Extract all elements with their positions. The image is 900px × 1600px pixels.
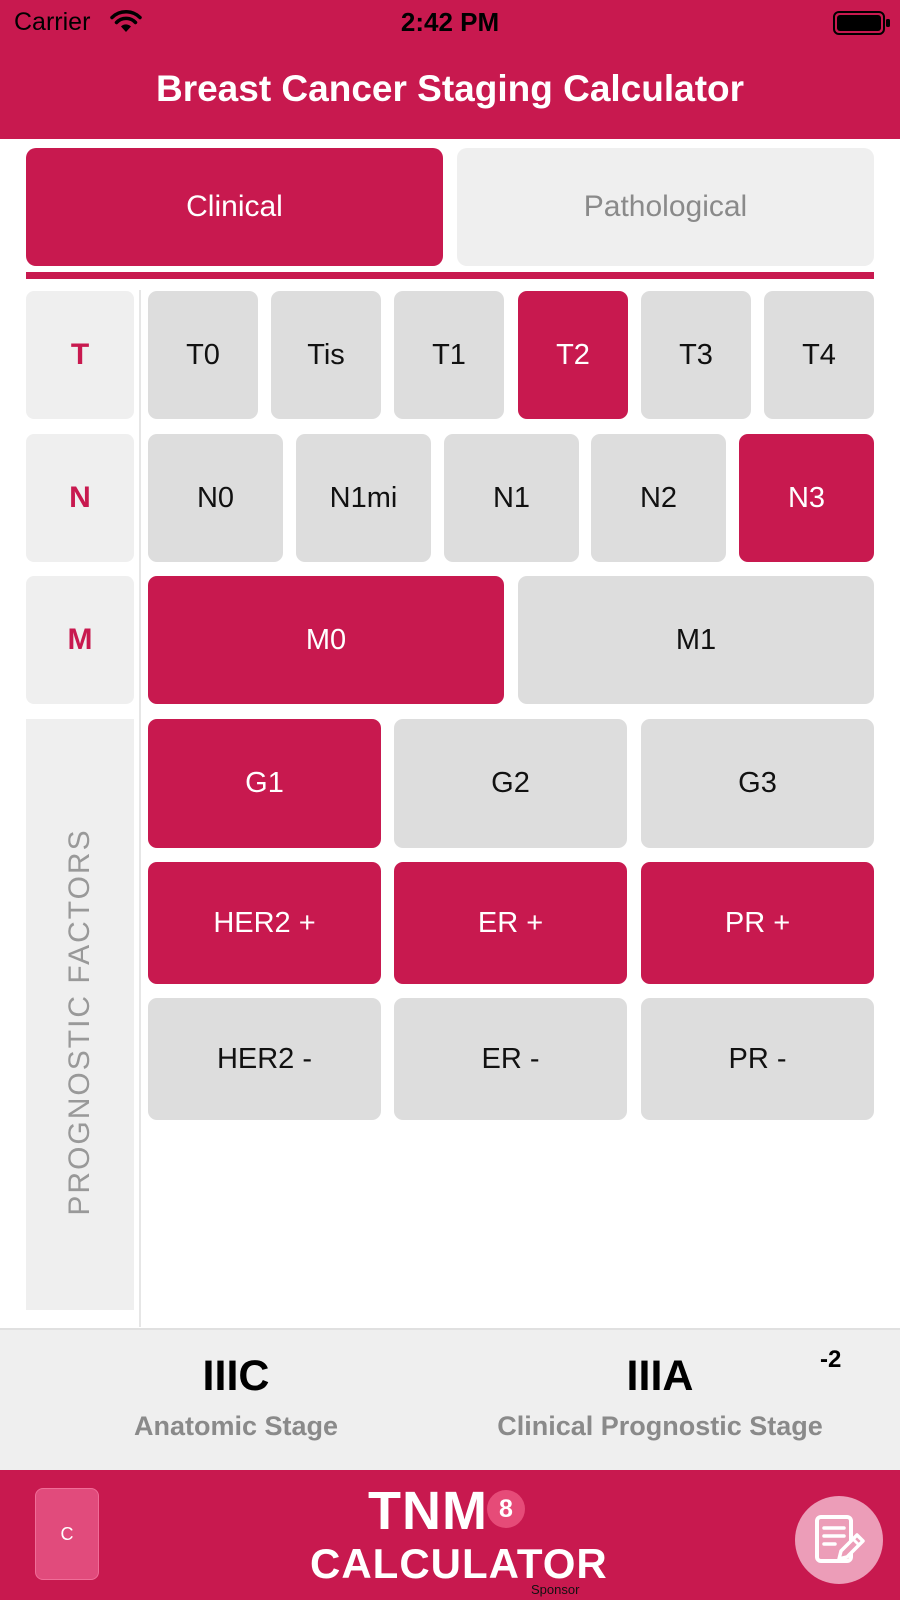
notes-edit-icon xyxy=(815,1515,865,1563)
stage-change-indicator: -2 xyxy=(820,1346,842,1373)
column-divider xyxy=(139,290,141,1327)
t-option-t0[interactable]: T0 xyxy=(148,291,258,419)
n-option-n3[interactable]: N3 xyxy=(739,434,874,562)
t-option-t2[interactable]: T2 xyxy=(518,291,628,419)
tab-clinical[interactable]: Clinical xyxy=(26,148,443,266)
sponsor-label: Sponsor xyxy=(531,1582,580,1597)
c-button[interactable]: C xyxy=(35,1488,99,1580)
m-option-m0[interactable]: M0 xyxy=(148,576,504,704)
navigation-bar: Breast Cancer Staging Calculator xyxy=(0,44,900,139)
grade-option-g3[interactable]: G3 xyxy=(641,719,874,848)
m-row-label: M xyxy=(26,576,134,704)
t-option-t1[interactable]: T1 xyxy=(394,291,504,419)
logo-calculator-text: CALCULATOR xyxy=(310,1540,608,1587)
logo-edition-badge: 8 xyxy=(487,1490,525,1528)
her2-negative-option[interactable]: HER2 - xyxy=(148,998,381,1120)
notes-button[interactable] xyxy=(795,1496,883,1584)
page-title: Breast Cancer Staging Calculator xyxy=(155,68,745,109)
n-row-label: N xyxy=(26,434,134,562)
prognostic-stage-value: IIIA xyxy=(626,1352,694,1400)
t-option-t4[interactable]: T4 xyxy=(764,291,874,419)
tab-pathological[interactable]: Pathological xyxy=(457,148,874,266)
her2-positive-option[interactable]: HER2 + xyxy=(148,862,381,984)
grade-option-g2[interactable]: G2 xyxy=(394,719,627,848)
grade-option-g1[interactable]: G1 xyxy=(148,719,381,848)
n-option-n1[interactable]: N1 xyxy=(444,434,579,562)
er-negative-option[interactable]: ER - xyxy=(394,998,627,1120)
battery-icon xyxy=(833,11,890,35)
n-option-n1mi[interactable]: N1mi xyxy=(296,434,431,562)
pr-negative-option[interactable]: PR - xyxy=(641,998,874,1120)
t-option-t3[interactable]: T3 xyxy=(641,291,751,419)
n-option-n2[interactable]: N2 xyxy=(591,434,726,562)
status-time: 2:42 PM xyxy=(400,7,500,37)
logo-tnm-text: TNM xyxy=(368,1481,488,1541)
anatomic-stage-value: IIIC xyxy=(202,1352,270,1400)
n-option-n0[interactable]: N0 xyxy=(148,434,283,562)
prognostic-stage-caption: Clinical Prognostic Stage xyxy=(497,1411,823,1441)
er-positive-option[interactable]: ER + xyxy=(394,862,627,984)
pr-positive-option[interactable]: PR + xyxy=(641,862,874,984)
t-option-tis[interactable]: Tis xyxy=(271,291,381,419)
t-row-label: T xyxy=(26,291,134,419)
prognostic-factors-label: PROGNOSTIC FACTORS xyxy=(63,828,96,1216)
status-bar: Carrier 2:42 PM xyxy=(0,0,900,44)
m-option-m1[interactable]: M1 xyxy=(518,576,874,704)
anatomic-stage-caption: Anatomic Stage xyxy=(133,1411,339,1441)
selected-tab-indicator xyxy=(26,272,874,279)
